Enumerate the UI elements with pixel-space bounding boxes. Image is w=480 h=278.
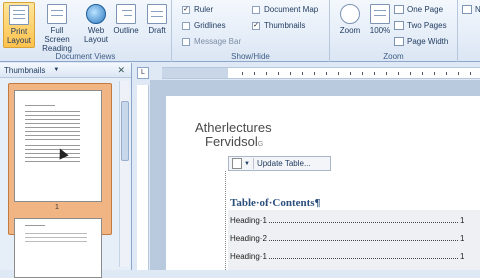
horizontal-ruler[interactable]: [162, 67, 480, 79]
show-hide-group: ✓ Ruler Document Map Gridlines ✓ Thumbnail…: [172, 0, 330, 62]
magnifier-icon: [340, 4, 360, 24]
page-thumbnail[interactable]: [14, 218, 102, 278]
check-icon: ✓: [182, 5, 190, 14]
print-layout-icon: [9, 5, 29, 25]
document-map-checkbox[interactable]: Document Map: [252, 4, 318, 15]
thumbnails-scrollbar[interactable]: [119, 81, 129, 267]
page-thumbnail[interactable]: [14, 90, 102, 202]
ribbon: Print Layout Full Screen Reading Web Lay…: [0, 0, 480, 62]
globe-icon: [86, 4, 106, 24]
zoom-100-button[interactable]: 100%: [364, 2, 396, 48]
chevron-down-icon[interactable]: ▼: [244, 161, 250, 167]
draft-button[interactable]: Draft: [141, 2, 173, 48]
document-views-label: Document Views: [55, 52, 116, 61]
show-hide-label: Show/Hide: [231, 52, 270, 61]
toc-entry[interactable]: Heading·1 1: [230, 214, 480, 225]
message-bar-checkbox[interactable]: Message Bar: [182, 36, 241, 47]
zoom-button[interactable]: Zoom: [334, 2, 366, 48]
scrollbar-thumb[interactable]: [121, 101, 129, 161]
thumbnails-pane-title: Thumbnails: [4, 65, 46, 75]
web-layout-label: Web Layout: [83, 26, 109, 44]
vertical-ruler[interactable]: [137, 85, 149, 270]
print-layout-label: Print Layout: [6, 27, 32, 45]
thumbnails-checkbox[interactable]: ✓ Thumbnails: [252, 20, 305, 31]
toc-entry[interactable]: Heading·1 1: [230, 250, 480, 261]
content-control-bracket: [225, 171, 227, 270]
thumbnails-pane-header: Thumbnails ▼ ✕: [0, 63, 131, 78]
full-screen-reading-button[interactable]: Full Screen Reading: [37, 2, 77, 53]
check-icon: ✓: [252, 21, 260, 30]
zoom-group: Zoom 100% One Page Two Pages Page Width …: [330, 0, 458, 62]
tab-selector[interactable]: L: [137, 67, 149, 79]
update-table-button[interactable]: Update Table...: [257, 159, 311, 168]
toc-heading[interactable]: Table·of·Contents¶: [230, 197, 321, 209]
outline-label: Outline: [113, 26, 139, 35]
document-subtitle[interactable]: FervidsolG: [205, 134, 263, 149]
full-screen-reading-label: Full Screen Reading: [42, 26, 72, 53]
two-pages-icon: [394, 21, 404, 30]
toc-entry[interactable]: Heading·2 1: [230, 232, 480, 243]
zoom-label: Zoom: [383, 52, 404, 61]
ruler-checkbox[interactable]: ✓ Ruler: [182, 4, 213, 15]
dropdown-arrow-icon[interactable]: ▼: [53, 67, 59, 73]
one-page-icon: [394, 5, 404, 14]
document-title[interactable]: Atherlectures: [195, 120, 272, 135]
one-page-button[interactable]: One Page: [394, 4, 443, 15]
page-width-icon: [394, 37, 404, 46]
gridlines-checkbox[interactable]: Gridlines: [182, 20, 226, 31]
draft-label: Draft: [148, 26, 166, 35]
toc-menu-icon[interactable]: [232, 158, 242, 169]
toc-content-control-toolbar: ▼ Update Table...: [228, 156, 331, 171]
outline-button[interactable]: Outline: [110, 2, 142, 48]
two-pages-button[interactable]: Two Pages: [394, 20, 447, 31]
window-icon: [462, 5, 472, 14]
field-mark: G: [257, 141, 264, 148]
full-screen-reading-icon: [47, 4, 67, 24]
print-layout-button[interactable]: Print Layout: [3, 2, 35, 48]
page-100-icon: [370, 4, 390, 24]
document-views-group: Print Layout Full Screen Reading Web Lay…: [0, 0, 172, 62]
thumbnail-page-number: 1: [55, 204, 59, 211]
thumbnails-pane: Thumbnails ▼ ✕ 1: [0, 63, 132, 278]
page-width-button[interactable]: Page Width: [394, 36, 448, 47]
new-window-button[interactable]: N: [462, 4, 480, 15]
web-layout-button[interactable]: Web Layout: [80, 2, 112, 48]
outline-icon: [116, 4, 136, 24]
close-icon[interactable]: ✕: [117, 65, 125, 76]
draft-icon: [147, 4, 167, 24]
